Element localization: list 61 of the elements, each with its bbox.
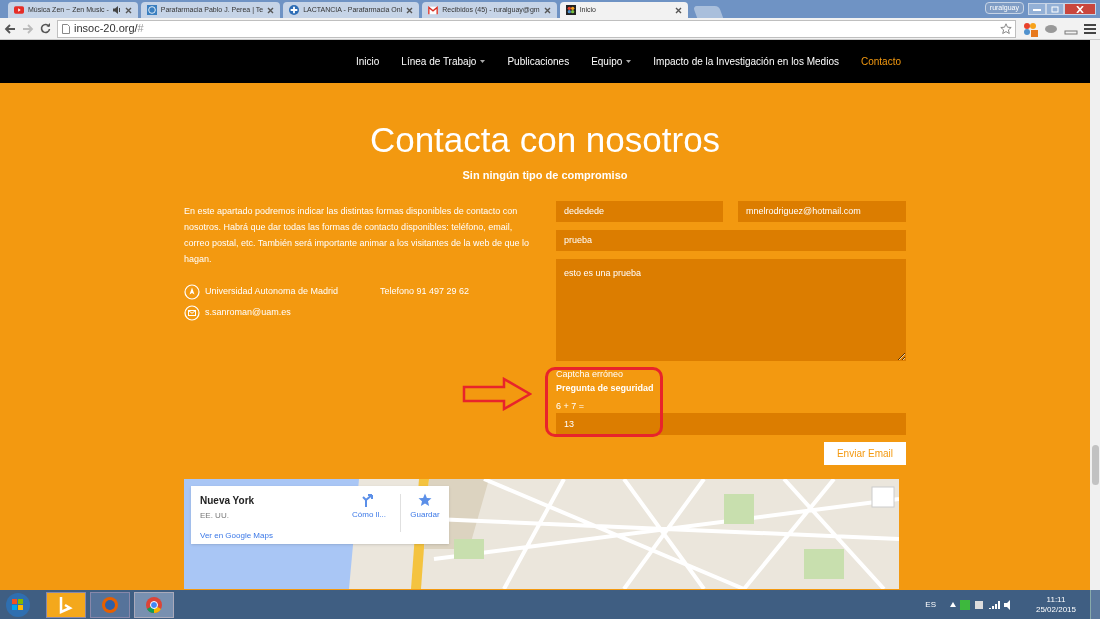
nav-link[interactable]: Equipo bbox=[591, 54, 632, 69]
captcha-error-text: Captcha erróneo bbox=[556, 368, 625, 380]
cross-icon bbox=[289, 5, 300, 15]
place-country: EE. UU. bbox=[200, 509, 229, 522]
directions-icon bbox=[362, 492, 376, 507]
email-text: s.sanroman@uam.es bbox=[205, 305, 291, 319]
globe-icon bbox=[101, 595, 119, 614]
back-icon[interactable] bbox=[4, 23, 16, 34]
arrow-drawing bbox=[462, 377, 532, 411]
mail-icon bbox=[428, 5, 439, 15]
close-icon[interactable] bbox=[674, 6, 682, 14]
nav-link[interactable]: Inicio bbox=[356, 54, 380, 69]
speaker-icon[interactable] bbox=[112, 6, 121, 14]
star-icon[interactable] bbox=[1000, 22, 1012, 35]
circle-logo-icon bbox=[145, 595, 163, 614]
address-text: Universidad Autonoma de Madrid bbox=[205, 284, 340, 298]
star-icon bbox=[418, 492, 432, 507]
signal-icon[interactable] bbox=[988, 600, 1000, 609]
tile-logo-icon bbox=[565, 5, 576, 15]
map-link[interactable]: Ver en Google Maps bbox=[200, 529, 273, 542]
minimize-icon bbox=[1033, 7, 1041, 11]
location-icon bbox=[184, 283, 200, 300]
maximize-icon bbox=[1051, 5, 1059, 13]
taskbar-app[interactable] bbox=[134, 591, 174, 618]
close-button[interactable] bbox=[1064, 3, 1096, 15]
letter-b-shape-icon bbox=[59, 595, 73, 614]
page-heading: Contacta con nosotros bbox=[369, 119, 721, 161]
clock-time[interactable]: 11:11 bbox=[1046, 594, 1066, 605]
intro-paragraph: En este apartado podremos indicar las distintas formas disponibles de contacto con nosotros. Habrá que dar todas las formas de contacto disponibles: teléfono, email, correo postal, etc. También será importante animar a los visitantes de la web de que lo hagan. bbox=[184, 204, 531, 266]
nav-link[interactable]: Publicaciones bbox=[507, 54, 570, 69]
address-bar[interactable]: insoc-20.org/# bbox=[57, 19, 1016, 38]
device-icon[interactable] bbox=[974, 599, 984, 610]
close-icon[interactable] bbox=[124, 6, 132, 14]
play-icon bbox=[14, 5, 24, 15]
save-button[interactable]: Guardar bbox=[405, 492, 445, 521]
page-subheading: Sin ningún tipo de compromiso bbox=[462, 168, 628, 183]
captcha-title: Pregunta de seguridad bbox=[556, 382, 655, 394]
nav-link[interactable]: Contacto bbox=[860, 54, 901, 69]
start-button[interactable] bbox=[4, 591, 32, 618]
taskbar-app[interactable] bbox=[46, 591, 86, 618]
mail-icon bbox=[184, 304, 200, 321]
close-icon[interactable] bbox=[267, 6, 275, 14]
language-indicator[interactable]: ES bbox=[925, 598, 936, 611]
menu-icon[interactable] bbox=[1084, 23, 1096, 34]
place-title: Nueva York bbox=[200, 493, 255, 508]
close-icon[interactable] bbox=[543, 6, 551, 14]
scrollbar[interactable] bbox=[1090, 40, 1100, 590]
caret-up-icon[interactable] bbox=[950, 602, 956, 607]
phone-text: Telefono 91 497 29 62 bbox=[380, 284, 470, 298]
page-icon bbox=[62, 23, 70, 34]
close-icon bbox=[1076, 5, 1084, 13]
clock-date[interactable]: 25/02/2015 bbox=[1035, 604, 1076, 615]
nav-link[interactable]: Línea de Trabajo bbox=[401, 54, 486, 69]
directions-button[interactable]: Cómo ll... bbox=[349, 492, 389, 521]
reload-icon[interactable] bbox=[40, 23, 51, 34]
circle-logo-icon bbox=[146, 5, 157, 15]
extension-icon[interactable] bbox=[1022, 20, 1038, 37]
close-icon[interactable] bbox=[406, 6, 414, 14]
cloud-icon[interactable] bbox=[1044, 23, 1058, 34]
nav-link[interactable]: Impacto de la Investigación en los Medios bbox=[653, 54, 839, 69]
captcha-question: 6 + 7 = bbox=[556, 400, 586, 412]
